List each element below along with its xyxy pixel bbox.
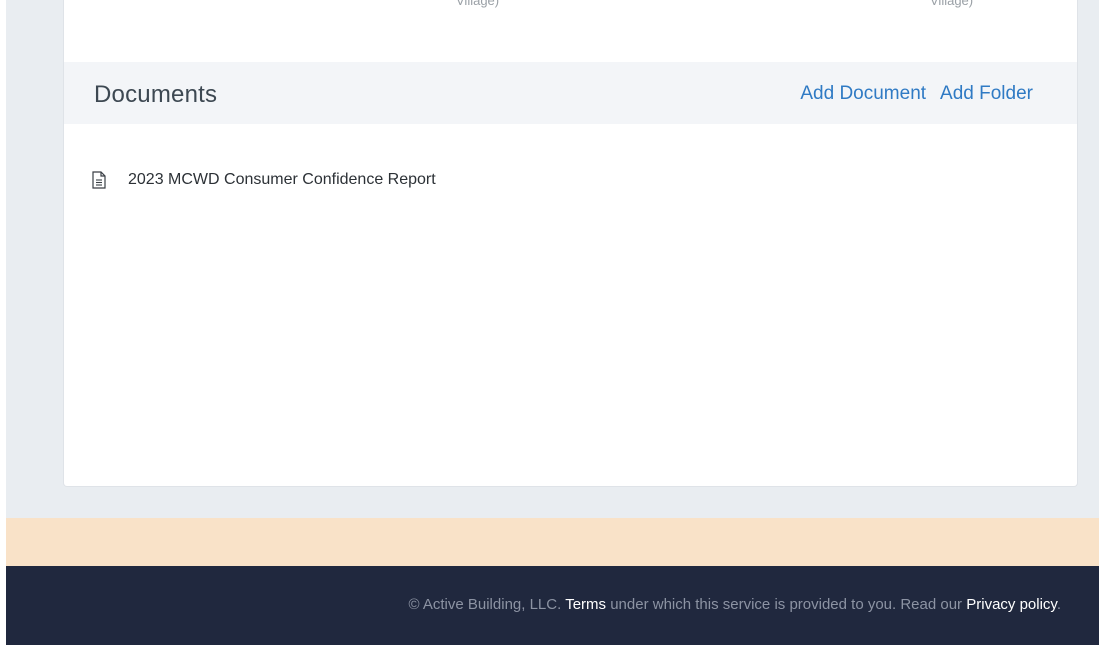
terms-link[interactable]: Terms: [565, 596, 606, 613]
footer-end-period: .: [1056, 596, 1061, 613]
add-folder-link[interactable]: Add Folder: [940, 83, 1033, 104]
detail-subtext-right: Village): [930, 0, 974, 8]
footer-accent-band: [6, 518, 1099, 566]
document-item[interactable]: 2023 MCWD Consumer Confidence Report: [92, 170, 436, 190]
cut-off-details-row: Village) Village): [64, 0, 1077, 62]
detail-subtext-left: Village): [456, 0, 500, 8]
documents-list: 2023 MCWD Consumer Confidence Report: [92, 170, 436, 190]
documents-actions: Add Document Add Folder: [800, 83, 1033, 105]
add-document-link[interactable]: Add Document: [800, 83, 926, 104]
documents-title: Documents: [94, 81, 218, 108]
document-icon: [92, 171, 106, 189]
document-name: 2023 MCWD Consumer Confidence Report: [128, 171, 436, 188]
footer-middle-text: under which this service is provided to …: [610, 596, 963, 613]
content-card: Village) Village) Documents Add Document…: [63, 0, 1078, 487]
footer-text: © Active Building, LLC. Terms under whic…: [408, 596, 1061, 613]
page: Village) Village) Documents Add Document…: [0, 0, 1099, 645]
footer-copyright: © Active Building, LLC.: [408, 596, 562, 613]
documents-header: Documents Add Document Add Folder: [64, 62, 1077, 124]
privacy-policy-link[interactable]: Privacy policy: [966, 596, 1057, 613]
site-footer: © Active Building, LLC. Terms under whic…: [6, 566, 1099, 645]
